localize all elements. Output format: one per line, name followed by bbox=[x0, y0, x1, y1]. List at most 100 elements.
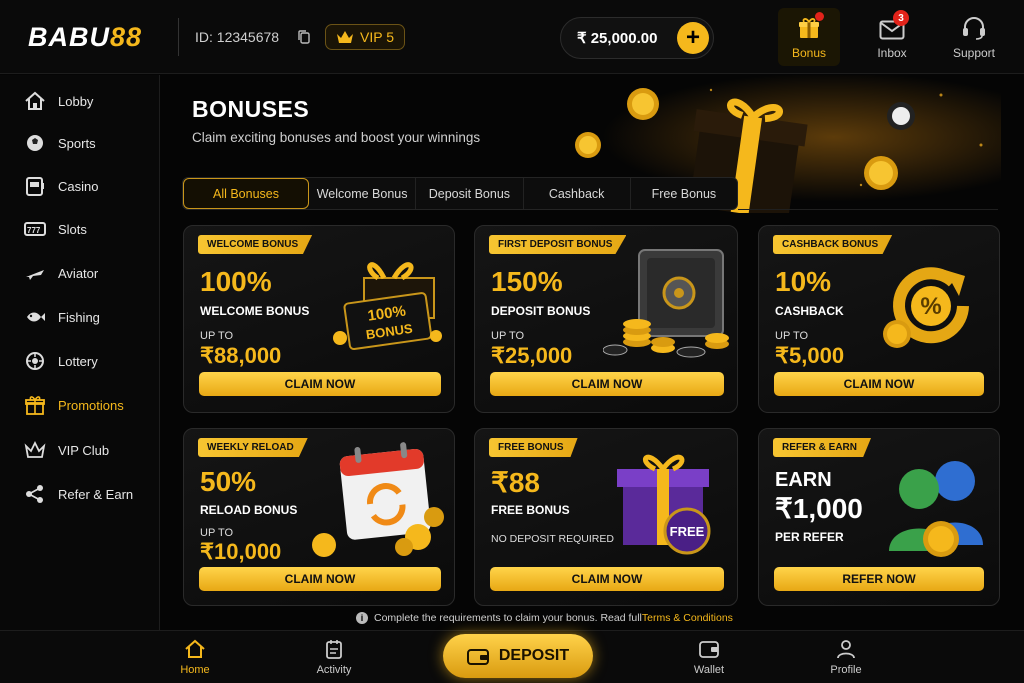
sidebar-item-promotions[interactable]: Promotions bbox=[24, 393, 124, 417]
user-id: ID: 12345678 bbox=[195, 29, 280, 45]
wallet-icon bbox=[699, 641, 719, 658]
treasure-chest-illustration: 100% BONUS bbox=[333, 262, 442, 351]
sidebar-item-refer-earn[interactable]: Refer & Earn bbox=[24, 482, 133, 506]
svg-text:%: % bbox=[920, 293, 941, 320]
sidebar-item-fishing[interactable]: Fishing bbox=[24, 305, 100, 329]
top-nav-inbox[interactable]: 3 Inbox bbox=[861, 8, 923, 66]
slot-machine-icon bbox=[26, 177, 44, 196]
sidebar-item-sports[interactable]: Sports bbox=[24, 131, 96, 155]
fish-icon bbox=[27, 312, 45, 322]
tab-deposit-bonus[interactable]: Deposit Bonus bbox=[416, 178, 524, 209]
top-nav-inbox-label: Inbox bbox=[877, 46, 907, 60]
refer-earn-card: REFER & EARN EARN ₹1,000 PER REFER REFER… bbox=[758, 428, 1000, 606]
top-nav-bonus[interactable]: Bonus bbox=[778, 8, 840, 66]
sidebar-item-casino[interactable]: Casino bbox=[24, 174, 98, 198]
sidebar-item-label: Promotions bbox=[58, 397, 124, 413]
claim-now-button[interactable]: CLAIM NOW bbox=[199, 567, 441, 591]
sidebar-item-aviator[interactable]: Aviator bbox=[24, 261, 98, 285]
safe-vault-illustration bbox=[603, 249, 729, 358]
sidebar-item-lottery[interactable]: Lottery bbox=[24, 349, 98, 373]
deposit-button[interactable]: DEPOSIT bbox=[443, 634, 593, 678]
add-funds-button[interactable]: + bbox=[677, 22, 709, 54]
claim-now-button[interactable]: CLAIM NOW bbox=[774, 372, 984, 396]
sidebar-item-label: Sports bbox=[58, 135, 96, 151]
bottom-nav-home[interactable]: Home bbox=[160, 639, 230, 676]
deposit-label: DEPOSIT bbox=[498, 647, 570, 664]
tab-welcome-bonus[interactable]: Welcome Bonus bbox=[309, 178, 417, 209]
share-icon bbox=[26, 485, 43, 503]
user-icon bbox=[837, 640, 855, 659]
card-amount: ₹1,000 bbox=[775, 493, 863, 524]
tab-all-bonuses[interactable]: All Bonuses bbox=[183, 178, 309, 209]
weekly-reload-card: WEEKLY RELOAD 50% RELOAD BONUS UP TO ₹10… bbox=[183, 428, 455, 606]
wallet-icon bbox=[466, 649, 489, 665]
divider bbox=[178, 18, 179, 56]
copy-icon[interactable] bbox=[297, 29, 311, 45]
cashback-bonus-card: CASHBACK BONUS 10% CASHBACK UP TO ₹5,000… bbox=[758, 225, 1000, 413]
home-icon bbox=[185, 639, 205, 658]
terms-note-text: Complete the requirements to claim your … bbox=[374, 612, 642, 624]
bottom-nav-activity[interactable]: Activity bbox=[299, 639, 369, 676]
refer-now-button[interactable]: REFER NOW bbox=[774, 567, 984, 591]
top-nav-support[interactable]: Support bbox=[943, 8, 1005, 66]
card-amount: ₹25,000 bbox=[491, 343, 573, 368]
card-tag: CASHBACK BONUS bbox=[773, 235, 893, 254]
headset-icon bbox=[963, 17, 985, 40]
claim-now-button[interactable]: CLAIM NOW bbox=[199, 372, 441, 396]
card-percentage: 150% bbox=[491, 266, 563, 297]
lottery-ball-icon bbox=[26, 352, 44, 370]
card-amount: ₹10,000 bbox=[200, 539, 282, 564]
sidebar-item-label: Slots bbox=[58, 221, 87, 237]
tab-free-bonus[interactable]: Free Bonus bbox=[631, 178, 737, 209]
sidebar-item-lobby[interactable]: Lobby bbox=[24, 89, 93, 113]
bottom-nav-wallet[interactable]: Wallet bbox=[674, 639, 744, 676]
card-earn-heading: EARN bbox=[775, 469, 832, 491]
sidebar-item-label: Aviator bbox=[58, 265, 99, 281]
card-upto: UP TO bbox=[200, 330, 234, 342]
card-tag: WEEKLY RELOAD bbox=[198, 438, 308, 457]
page-title: BONUSES bbox=[192, 96, 310, 122]
card-percentage: 100% bbox=[200, 266, 272, 297]
users-refer-illustration bbox=[889, 461, 983, 557]
card-upto: UP TO bbox=[200, 527, 234, 539]
sidebar-item-slots[interactable]: 777 Slots bbox=[24, 217, 87, 241]
purple-gift-illustration: FREE bbox=[617, 454, 711, 555]
free-bonus-card: FREE BONUS ₹88 FREE BONUS NO DEPOSIT REQ… bbox=[474, 428, 738, 606]
card-amount-big: ₹88 bbox=[491, 467, 540, 498]
claim-now-button[interactable]: CLAIM NOW bbox=[490, 372, 724, 396]
vip-label: VIP 5 bbox=[360, 29, 394, 45]
card-label: PER REFER bbox=[775, 530, 844, 544]
sidebar-item-label: Lottery bbox=[58, 353, 98, 369]
card-label: WELCOME BONUS bbox=[200, 304, 310, 318]
svg-text:777: 777 bbox=[27, 226, 41, 235]
card-amount: ₹88,000 bbox=[200, 343, 282, 368]
terms-link[interactable]: Terms & Conditions bbox=[642, 612, 733, 624]
tab-cashback[interactable]: Cashback bbox=[524, 178, 631, 209]
info-icon: i bbox=[356, 612, 368, 624]
claim-now-button[interactable]: CLAIM NOW bbox=[490, 567, 724, 591]
vip-badge[interactable]: VIP 5 bbox=[325, 24, 405, 50]
top-nav-support-label: Support bbox=[952, 46, 996, 60]
top-nav-bonus-label: Bonus bbox=[791, 46, 827, 60]
sidebar-item-vip-club[interactable]: VIP Club bbox=[24, 438, 109, 462]
card-label: FREE BONUS bbox=[491, 503, 570, 517]
card-percentage: 50% bbox=[200, 466, 257, 497]
first-deposit-bonus-card: FIRST DEPOSIT BONUS 150% DEPOSIT BONUS U… bbox=[474, 225, 738, 413]
inbox-count-badge: 3 bbox=[893, 10, 909, 26]
bottom-nav: Home Activity DEPOSIT Wallet Profile bbox=[0, 630, 1024, 683]
bonus-tabs: All Bonuses Welcome Bonus Deposit Bonus … bbox=[182, 177, 738, 210]
bottom-nav-profile[interactable]: Profile bbox=[811, 639, 881, 676]
sidebar: Lobby Sports Casino 777 Slots Aviator Fi… bbox=[0, 75, 160, 630]
cashback-percent-icon: % bbox=[883, 267, 969, 348]
sidebar-item-label: Lobby bbox=[58, 93, 94, 109]
logo-text-white: BABU bbox=[28, 22, 110, 52]
gift-icon bbox=[25, 396, 45, 415]
brand-logo[interactable]: BABU88 bbox=[28, 22, 142, 53]
top-bar: BABU88 ID: 12345678 VIP 5 ₹ 25,000.00 + … bbox=[0, 0, 1024, 74]
crown-icon bbox=[24, 440, 46, 458]
card-tag: FREE BONUS bbox=[489, 438, 578, 457]
card-upto: UP TO bbox=[775, 330, 809, 342]
card-tag: REFER & EARN bbox=[773, 438, 872, 457]
crown-icon bbox=[337, 31, 353, 43]
plane-icon bbox=[26, 270, 44, 280]
